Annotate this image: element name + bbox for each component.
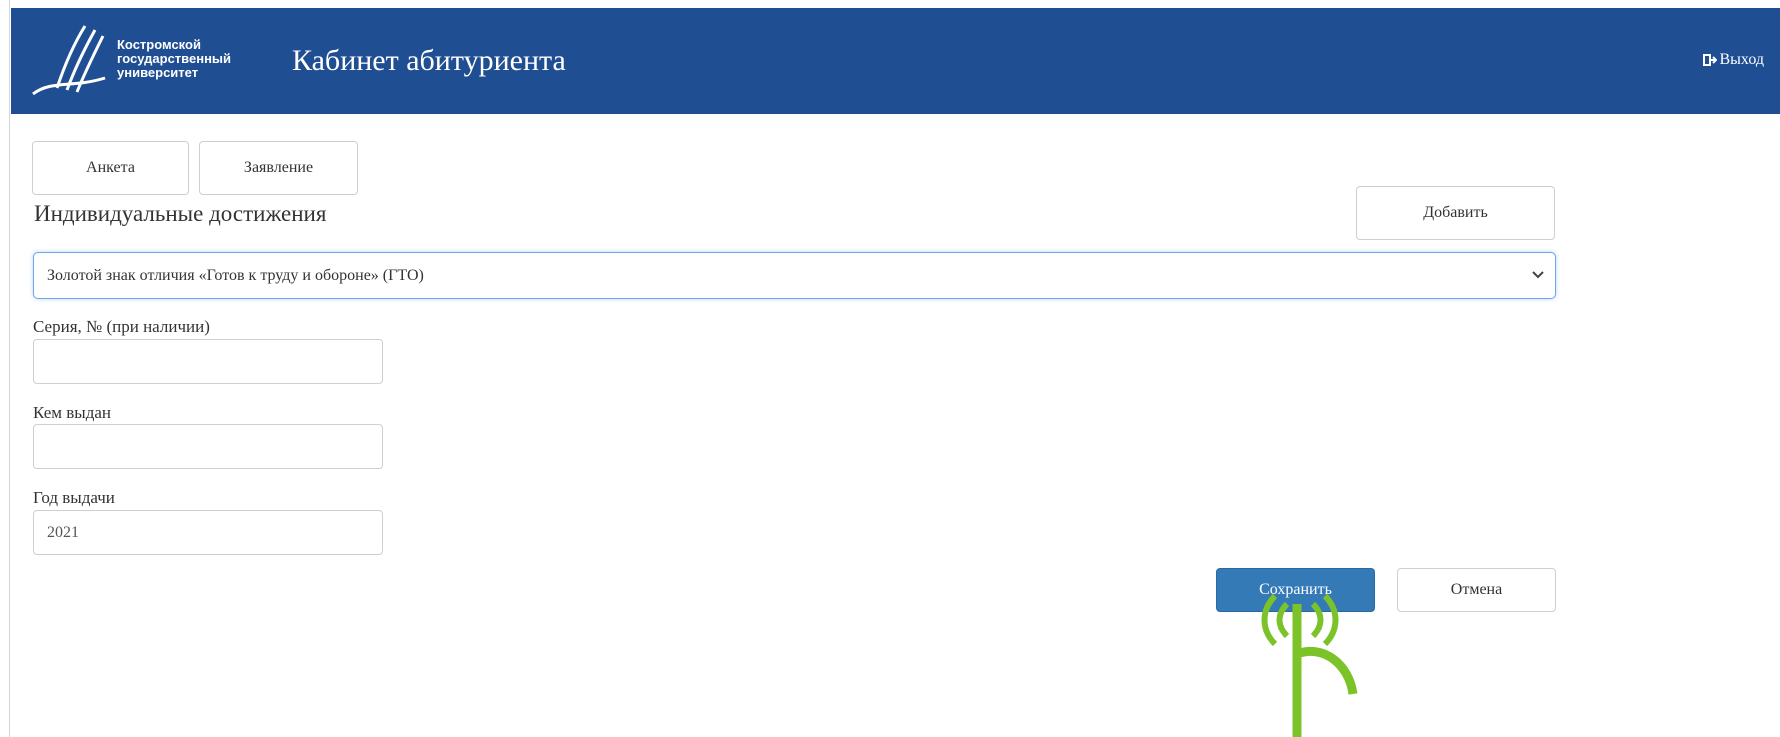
add-achievement-button[interactable]: Добавить (1356, 186, 1555, 240)
logo-line: государственный (117, 51, 232, 66)
section-title: Индивидуальные достижения (34, 201, 327, 226)
achievement-type-select[interactable]: Золотой знак отличия «Готов к труду и об… (33, 252, 1556, 299)
top-header: Костромской государственный университет … (11, 8, 1780, 114)
tab-application[interactable]: Заявление (199, 141, 358, 195)
sign-out-icon (1702, 54, 1717, 66)
selected-achievement: Золотой знак отличия «Готов к труду и об… (47, 266, 424, 284)
app-title: Кабинет абитуриента (292, 44, 566, 77)
issuer-input[interactable] (33, 424, 383, 469)
university-logo-icon (32, 25, 106, 96)
logo-line: Костромской (117, 37, 201, 52)
year-input[interactable] (33, 510, 383, 555)
page-left-border (0, 0, 10, 737)
logo-line: университет (117, 65, 199, 80)
year-label: Год выдачи (33, 488, 115, 507)
tab-questionnaire[interactable]: Анкета (32, 141, 189, 195)
logout-label: Выход (1719, 51, 1765, 68)
applicant-cabinet-page: Костромской государственный университет … (11, 8, 1780, 737)
chevron-down-icon (1532, 271, 1544, 279)
logout-link[interactable]: Выход (1702, 51, 1765, 69)
series-label: Серия, № (при наличии) (33, 317, 210, 336)
series-input[interactable] (33, 339, 383, 384)
watermark-logo-icon (1261, 593, 1358, 737)
cancel-button[interactable]: Отмена (1397, 568, 1556, 612)
university-name: Костромской государственный университет (117, 38, 231, 80)
issuer-label: Кем выдан (33, 403, 111, 422)
